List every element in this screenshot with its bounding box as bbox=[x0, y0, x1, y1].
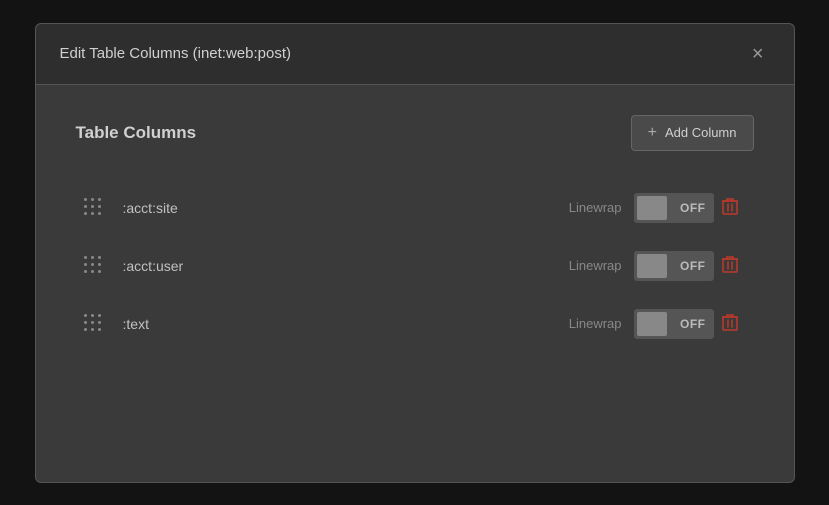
drag-handle-icon[interactable] bbox=[84, 314, 103, 333]
dialog: Edit Table Columns (inet:web:post) × Tab… bbox=[35, 23, 795, 483]
drag-handle-icon[interactable] bbox=[84, 198, 103, 217]
drag-handle-icon[interactable] bbox=[84, 256, 103, 275]
table-row: :textLinewrap OFF bbox=[76, 297, 754, 351]
dialog-title: Edit Table Columns (inet:web:post) bbox=[60, 45, 292, 62]
column-name: :text bbox=[123, 316, 569, 332]
toggle-off-label: OFF bbox=[680, 317, 706, 331]
linewrap-label: Linewrap bbox=[569, 316, 622, 331]
columns-list: :acct:siteLinewrapOFF :acct:userLinewrap… bbox=[76, 181, 754, 351]
trash-icon bbox=[722, 199, 738, 219]
toggle-thumb bbox=[637, 312, 667, 336]
column-name: :acct:user bbox=[123, 258, 569, 274]
linewrap-label: Linewrap bbox=[569, 200, 622, 215]
linewrap-toggle[interactable]: OFF bbox=[634, 193, 714, 223]
toggle-off-label: OFF bbox=[680, 201, 706, 215]
table-row: :acct:userLinewrap OFF bbox=[76, 239, 754, 293]
toggle-thumb bbox=[637, 196, 667, 220]
add-column-label: Add Column bbox=[665, 125, 737, 140]
delete-column-button[interactable] bbox=[714, 193, 746, 222]
delete-column-button[interactable] bbox=[714, 251, 746, 280]
section-header: Table Columns + Add Column bbox=[76, 115, 754, 151]
add-column-button[interactable]: + Add Column bbox=[631, 115, 754, 151]
close-button[interactable]: × bbox=[746, 42, 770, 66]
toggle-off-label: OFF bbox=[680, 259, 706, 273]
section-title: Table Columns bbox=[76, 123, 197, 143]
column-name: :acct:site bbox=[123, 200, 569, 216]
dialog-body: Table Columns + Add Column :acct:siteLin… bbox=[36, 85, 794, 482]
delete-column-button[interactable] bbox=[714, 309, 746, 338]
toggle-thumb bbox=[637, 254, 667, 278]
dialog-header: Edit Table Columns (inet:web:post) × bbox=[36, 24, 794, 85]
trash-icon bbox=[722, 257, 738, 277]
linewrap-toggle[interactable]: OFF bbox=[634, 309, 714, 339]
linewrap-label: Linewrap bbox=[569, 258, 622, 273]
plus-icon: + bbox=[648, 124, 657, 142]
table-row: :acct:siteLinewrap OFF bbox=[76, 181, 754, 235]
linewrap-toggle[interactable]: OFF bbox=[634, 251, 714, 281]
trash-icon bbox=[722, 315, 738, 335]
